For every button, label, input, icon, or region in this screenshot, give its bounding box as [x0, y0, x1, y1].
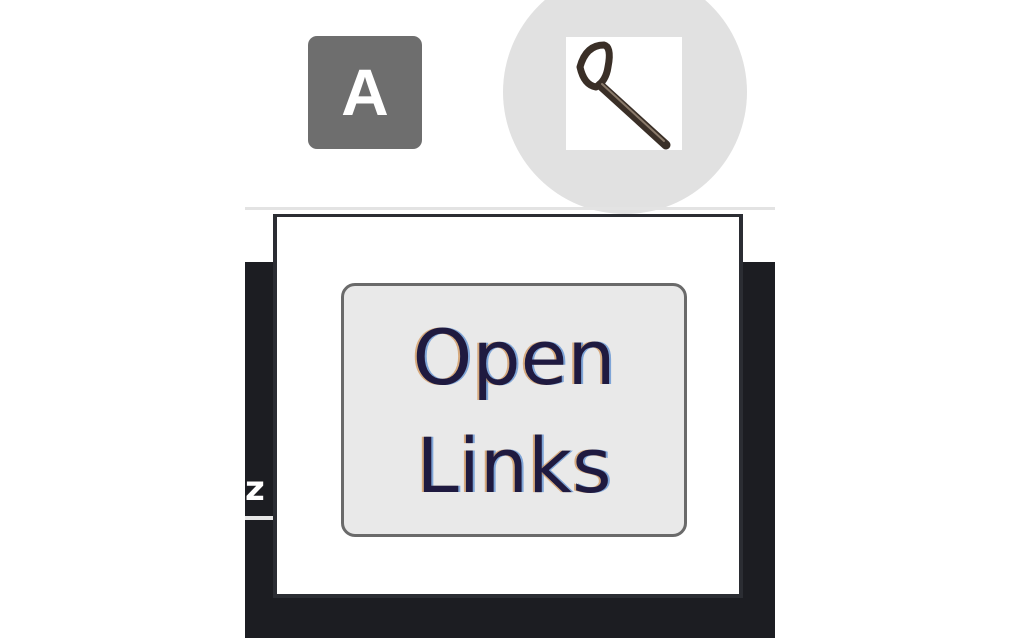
open-links-label-line1: Open — [412, 313, 616, 402]
extension-a-label: A — [341, 55, 389, 129]
page-text-fragment: z — [245, 472, 265, 506]
toolbar-divider — [245, 207, 775, 210]
browser-toolbar: A — [0, 0, 1020, 214]
magnifier-icon — [566, 37, 682, 150]
browser-window: A z Open Links — [0, 0, 1020, 638]
extension-popup: Open Links — [273, 214, 743, 598]
extension-a-button[interactable]: A — [308, 36, 422, 149]
open-links-label-line2: Links — [416, 421, 612, 510]
open-links-button[interactable]: Open Links — [341, 283, 687, 537]
extension-active-button[interactable] — [503, 0, 747, 214]
page-link-underline — [245, 516, 275, 520]
